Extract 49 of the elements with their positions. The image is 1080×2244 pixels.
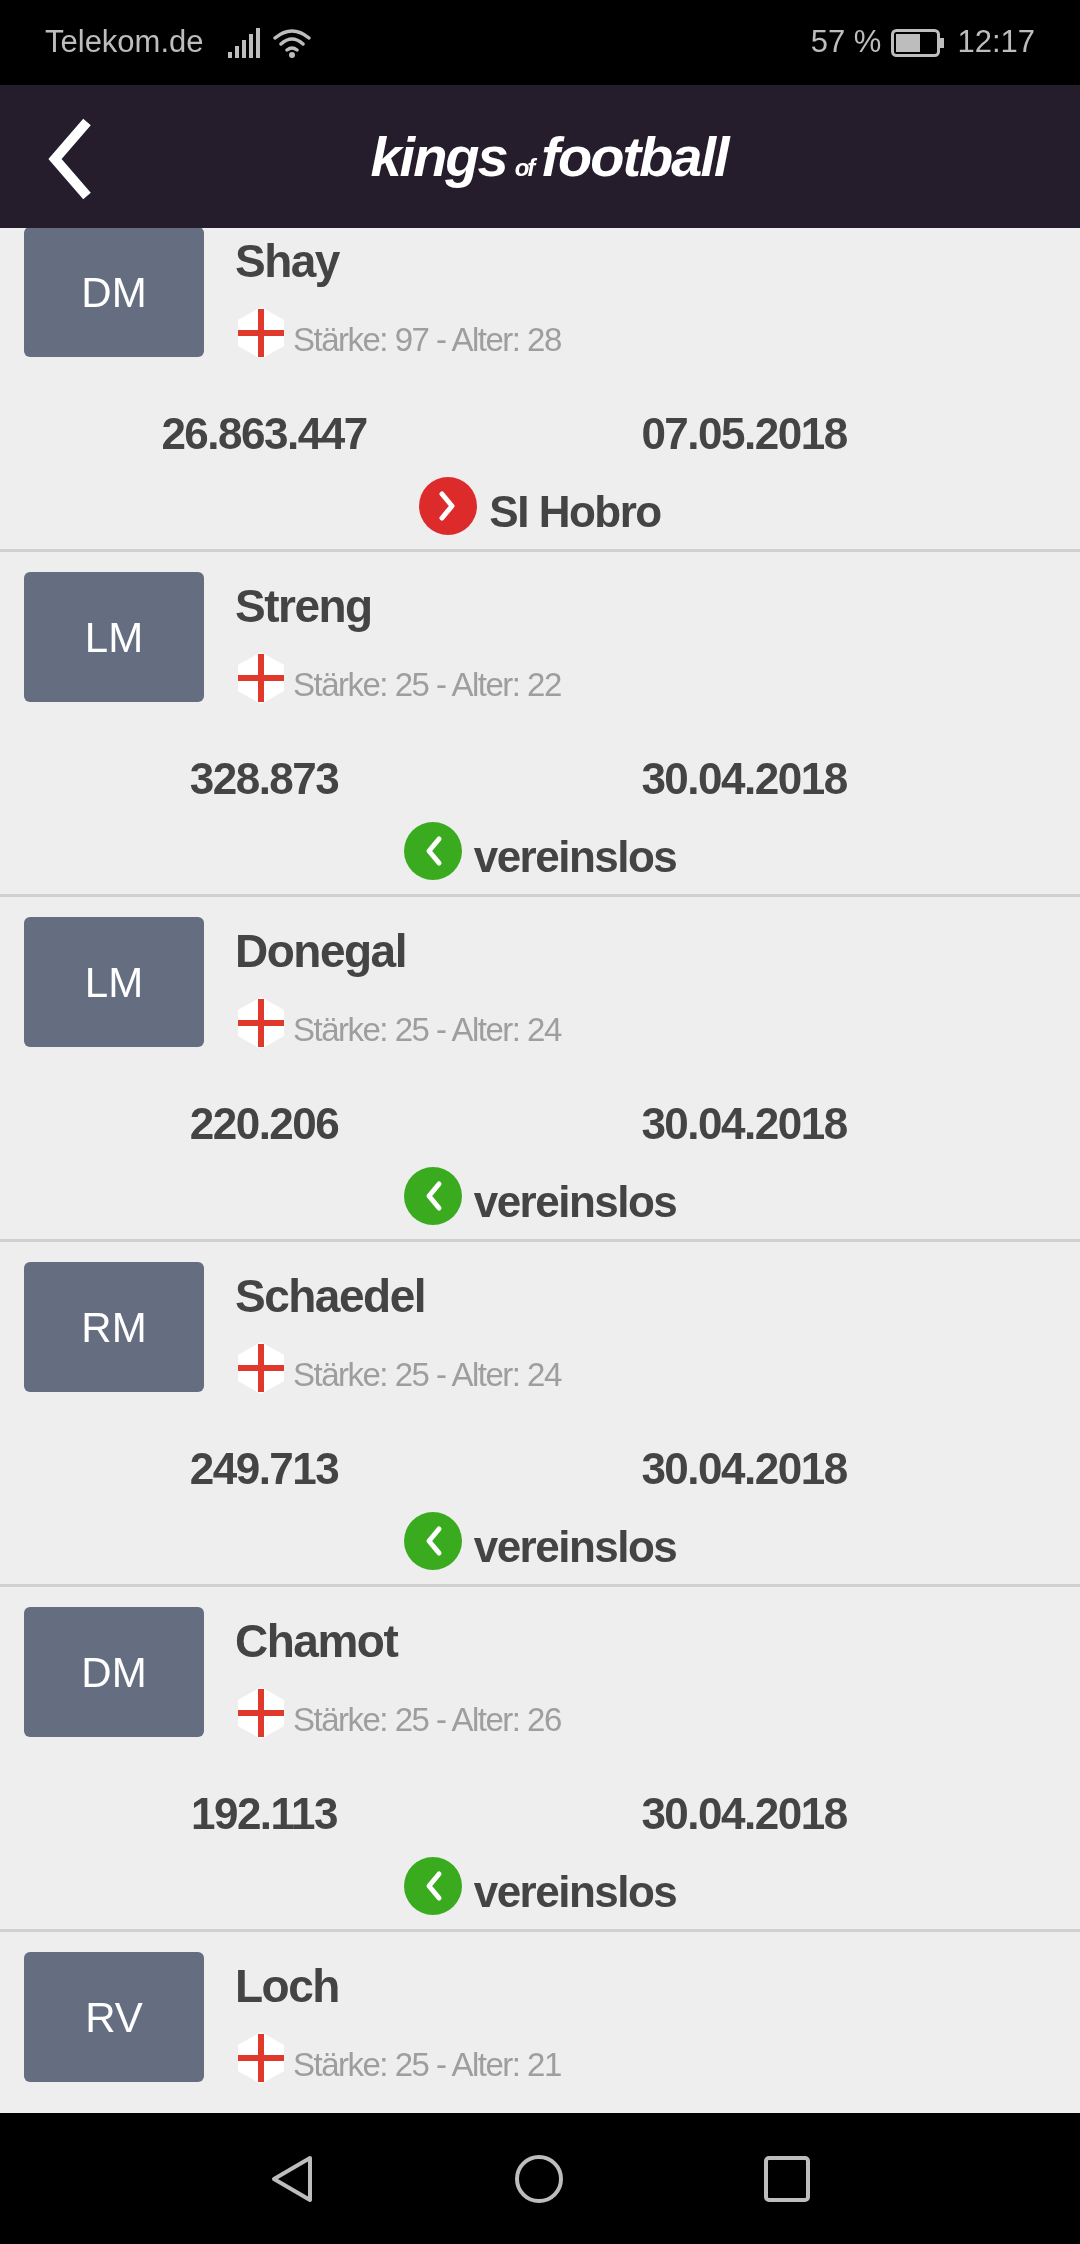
market-value: 220.206 <box>189 1097 339 1150</box>
cross-flag-icon <box>235 994 287 1051</box>
player-name: Shay <box>235 234 341 289</box>
club-name: vereinslos <box>473 1520 677 1573</box>
clock: 12:17 <box>957 23 1035 62</box>
cross-flag-icon <box>235 304 287 361</box>
back-nav-icon[interactable] <box>270 2153 314 2204</box>
player-name: Donegal <box>235 924 407 979</box>
wifi-icon <box>271 26 312 59</box>
home-nav-icon[interactable] <box>514 2153 564 2204</box>
player-stats: Stärke: 97 - Alter: 28 <box>293 320 561 360</box>
club-name: SI Hobro <box>489 485 661 538</box>
player-stats: Stärke: 25 - Alter: 24 <box>293 1010 561 1050</box>
cross-flag-icon <box>235 649 287 706</box>
player-name: Loch <box>235 1959 340 2014</box>
battery-icon <box>891 28 946 57</box>
app-logo: kings of football <box>370 123 728 190</box>
market-value: 328.873 <box>189 752 339 805</box>
position-badge: LM <box>24 572 204 702</box>
cross-flag-icon <box>235 1339 287 1396</box>
carrier-name: Telekom.de <box>45 23 204 62</box>
back-icon <box>47 116 93 202</box>
battery-percent: 57 % <box>810 23 882 62</box>
club-name: vereinslos <box>473 1865 677 1918</box>
cross-flag-icon <box>235 2029 287 2086</box>
player-name: Streng <box>235 579 373 634</box>
club-name: vereinslos <box>473 1175 677 1228</box>
market-value: 192.113 <box>190 1787 338 1840</box>
position-badge: RV <box>24 1952 204 2082</box>
player-name: Chamot <box>235 1614 399 1669</box>
club-name: vereinslos <box>473 830 677 883</box>
transfer-date: 07.05.2018 <box>641 407 847 460</box>
player-stats: Stärke: 25 - Alter: 21 <box>293 2045 561 2085</box>
position-badge: LM <box>24 917 204 1047</box>
market-value: 249.713 <box>189 1442 339 1495</box>
position-badge: RM <box>24 1262 204 1392</box>
market-value: 26.863.447 <box>161 407 367 460</box>
transfer-date: 30.04.2018 <box>641 1097 847 1150</box>
position-badge: DM <box>24 1607 204 1737</box>
cross-flag-icon <box>235 1684 287 1741</box>
transfer-date: 30.04.2018 <box>641 1442 847 1495</box>
recents-nav-icon[interactable] <box>764 2155 810 2202</box>
transfer-date: 30.04.2018 <box>641 1787 847 1840</box>
player-stats: Stärke: 25 - Alter: 26 <box>293 1700 561 1740</box>
position-badge: DM <box>24 228 204 357</box>
player-name: Schaedel <box>235 1269 426 1324</box>
transfer-date: 30.04.2018 <box>641 752 847 805</box>
player-stats: Stärke: 25 - Alter: 22 <box>293 665 561 705</box>
player-stats: Stärke: 25 - Alter: 24 <box>293 1355 561 1395</box>
